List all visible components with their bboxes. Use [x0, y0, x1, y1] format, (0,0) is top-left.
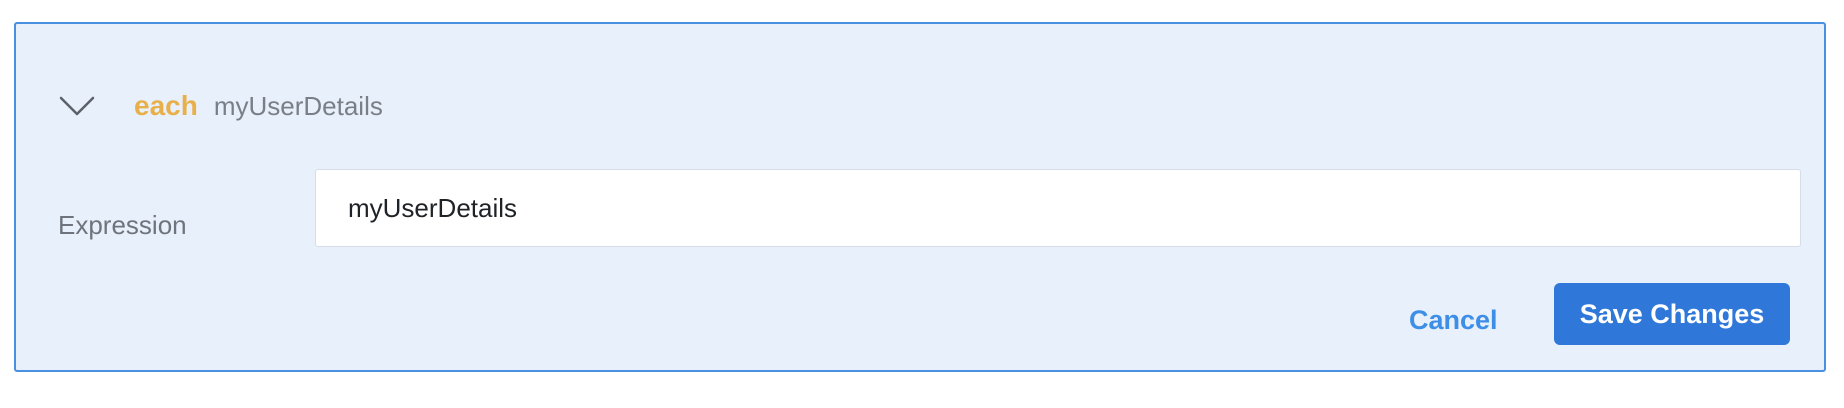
save-changes-button[interactable]: Save Changes: [1554, 283, 1790, 345]
block-expression-name: myUserDetails: [213, 90, 383, 121]
expression-label: Expression: [58, 210, 187, 240]
each-block-editor: each myUserDetails Expression Cancel Sav…: [14, 22, 1826, 372]
expression-input[interactable]: [315, 169, 1801, 247]
block-header: each myUserDetails: [56, 84, 383, 128]
chevron-down-icon[interactable]: [56, 91, 98, 121]
block-keyword: each: [134, 90, 198, 121]
cancel-button[interactable]: Cancel: [1409, 300, 1498, 340]
chevron-down-glyph: [59, 96, 95, 116]
